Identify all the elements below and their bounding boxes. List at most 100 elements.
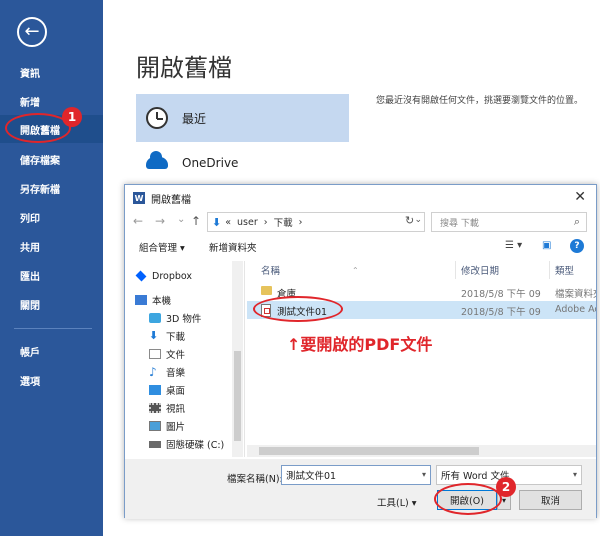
tree-item-desktop[interactable]: 桌面 [149, 381, 185, 399]
page-title: 開啟舊檔 [136, 54, 232, 82]
tree-item-downloads[interactable]: ⬇ 下載 [149, 327, 185, 345]
tree-item-label: 本機 [152, 296, 172, 307]
sidebar-item-share[interactable]: 共用 [0, 232, 103, 260]
view-options-icon[interactable]: ☰ ▾ [505, 240, 522, 251]
highlight-ellipse-pdf [253, 296, 343, 322]
dialog-toolbar: 組合管理 ▾ 新增資料夾 ☰ ▾ ▣ ? [125, 235, 596, 259]
address-part-downloads[interactable]: 下載 [274, 215, 293, 229]
filename-input[interactable]: 測試文件01 ▾ [281, 465, 431, 485]
dropbox-icon [135, 270, 147, 282]
forward-nav-icon[interactable]: → [155, 214, 165, 228]
search-input[interactable]: 搜尋 下載 ⌕ [431, 212, 587, 232]
tree-item-label: 圖片 [166, 422, 186, 433]
backstage-sidebar: ← 資訊 新增 開啟舊檔 儲存檔案 另存新檔 列印 共用 匯出 關閉 帳戶 選項 [0, 0, 103, 536]
cancel-button[interactable]: 取消 [519, 490, 582, 510]
tree-item-label: 固態硬碟 (C:) [166, 440, 225, 451]
tree-item-3d-objects[interactable]: 3D 物件 [149, 309, 201, 327]
column-header-date[interactable]: 修改日期 [461, 261, 499, 279]
help-icon[interactable]: ? [570, 239, 584, 253]
recent-locations-dropdown-icon[interactable]: ⌄ [177, 214, 185, 225]
column-header-type[interactable]: 類型 [555, 261, 574, 279]
column-separator [549, 261, 550, 279]
location-onedrive-label: OneDrive [182, 156, 239, 170]
tree-item-videos[interactable]: 視訊 [149, 399, 185, 417]
tools-button[interactable]: 工具(L) ▾ [377, 495, 417, 509]
desktop-icon [149, 385, 161, 395]
address-bar[interactable]: ⬇ « user › 下載 › ⌄ [207, 212, 425, 232]
open-file-dialog: W 開啟舊檔 ✕ ← → ⌄ ↑ ⬇ « user › 下載 › ⌄ ↻ 搜尋 … [124, 184, 597, 519]
chevron-down-icon[interactable]: ▾ [422, 470, 426, 479]
sidebar-item-account[interactable]: 帳戶 [0, 337, 103, 365]
filename-value: 測試文件01 [286, 471, 337, 482]
tree-item-documents[interactable]: 文件 [149, 345, 185, 363]
sidebar-item-save[interactable]: 儲存檔案 [0, 145, 103, 173]
sidebar-divider [14, 328, 92, 329]
organize-button[interactable]: 組合管理 ▾ [139, 240, 185, 254]
sidebar-item-print[interactable]: 列印 [0, 203, 103, 231]
tree-item-pictures[interactable]: 圖片 [149, 417, 185, 435]
address-prefix: « [225, 216, 232, 228]
tree-item-label: 桌面 [166, 386, 186, 397]
sidebar-item-new[interactable]: 新增 [0, 87, 103, 115]
recent-empty-message: 您最近沒有開啟任何文件，挑選要瀏覽文件的位置。 [376, 96, 584, 106]
music-icon: ♪ [149, 365, 157, 379]
nav-scrollbar[interactable] [232, 261, 243, 457]
sidebar-item-export[interactable]: 匯出 [0, 261, 103, 289]
tree-item-label: Dropbox [152, 270, 193, 282]
address-part-user[interactable]: user [237, 217, 258, 228]
computer-icon [135, 295, 147, 305]
sidebar-item-options[interactable]: 選項 [0, 366, 103, 394]
address-sep: › [263, 216, 268, 228]
location-recent[interactable]: 最近 [136, 94, 349, 142]
step-badge-2: 2 [496, 477, 516, 497]
step-badge-1: 1 [62, 107, 82, 127]
tree-item-drive-c[interactable]: 固態硬碟 (C:) [149, 435, 224, 453]
scroll-thumb[interactable] [234, 351, 241, 441]
search-placeholder: 搜尋 下載 [440, 218, 479, 229]
sidebar-item-info[interactable]: 資訊 [0, 58, 103, 86]
chevron-down-icon[interactable]: ⌄ [414, 215, 422, 225]
tree-item-label: 3D 物件 [166, 314, 202, 325]
close-icon[interactable]: ✕ [574, 189, 586, 205]
scroll-thumb[interactable] [259, 447, 479, 455]
clock-icon [146, 107, 168, 129]
documents-icon [149, 349, 161, 359]
chevron-down-icon[interactable]: ▾ [573, 470, 577, 479]
filename-label: 檔案名稱(N): [227, 474, 283, 485]
column-separator [455, 261, 456, 279]
tree-item-this-pc[interactable]: 本機 [135, 291, 171, 309]
back-arrow-icon[interactable]: ← [17, 17, 47, 47]
tree-item-label: 視訊 [166, 404, 186, 415]
highlight-ellipse-open-button [434, 483, 502, 515]
preview-pane-icon[interactable]: ▣ [542, 240, 551, 251]
sidebar-item-save-as[interactable]: 另存新檔 [0, 174, 103, 202]
refresh-icon[interactable]: ↻ [405, 214, 414, 227]
drive-icon [149, 440, 161, 448]
navigation-pane: Dropbox 本機 3D 物件 ⬇ 下載 文件 ♪ 音樂 桌面 視訊 圖片 固… [125, 261, 245, 457]
download-folder-icon: ⬇ [212, 215, 222, 229]
new-folder-button[interactable]: 新增資料夾 [209, 240, 257, 254]
tree-item-label: 音樂 [166, 368, 186, 379]
file-list-hscrollbar[interactable] [247, 445, 596, 457]
back-nav-icon[interactable]: ← [133, 214, 143, 228]
pictures-icon [149, 421, 161, 431]
3d-objects-icon [149, 313, 161, 323]
tree-item-dropbox[interactable]: Dropbox [135, 267, 192, 285]
location-onedrive[interactable]: OneDrive [136, 148, 349, 178]
tree-item-music[interactable]: ♪ 音樂 [149, 363, 185, 381]
up-folder-icon[interactable]: ↑ [191, 214, 201, 228]
file-list: 名稱 ⌃ 修改日期 類型 倉庫 2018/5/8 下午 09 檔案資料夾 測試文… [247, 261, 596, 457]
word-app-icon: W [133, 192, 145, 204]
dialog-titlebar: W 開啟舊檔 ✕ [125, 185, 596, 211]
file-type: 檔案資料夾 [555, 289, 596, 300]
tree-item-label: 文件 [166, 350, 186, 361]
download-icon: ⬇ [149, 329, 159, 342]
sidebar-item-close[interactable]: 關閉 [0, 290, 103, 318]
column-header-name[interactable]: 名稱 [261, 261, 280, 279]
file-type: Adobe Ac [555, 304, 596, 315]
sort-chevron-icon: ⌃ [352, 265, 359, 275]
pdf-annotation-text: ↑要開啟的PDF文件 [287, 335, 433, 354]
folder-icon [261, 286, 272, 295]
dialog-title: 開啟舊檔 [151, 194, 191, 206]
search-icon: ⌕ [573, 215, 580, 228]
